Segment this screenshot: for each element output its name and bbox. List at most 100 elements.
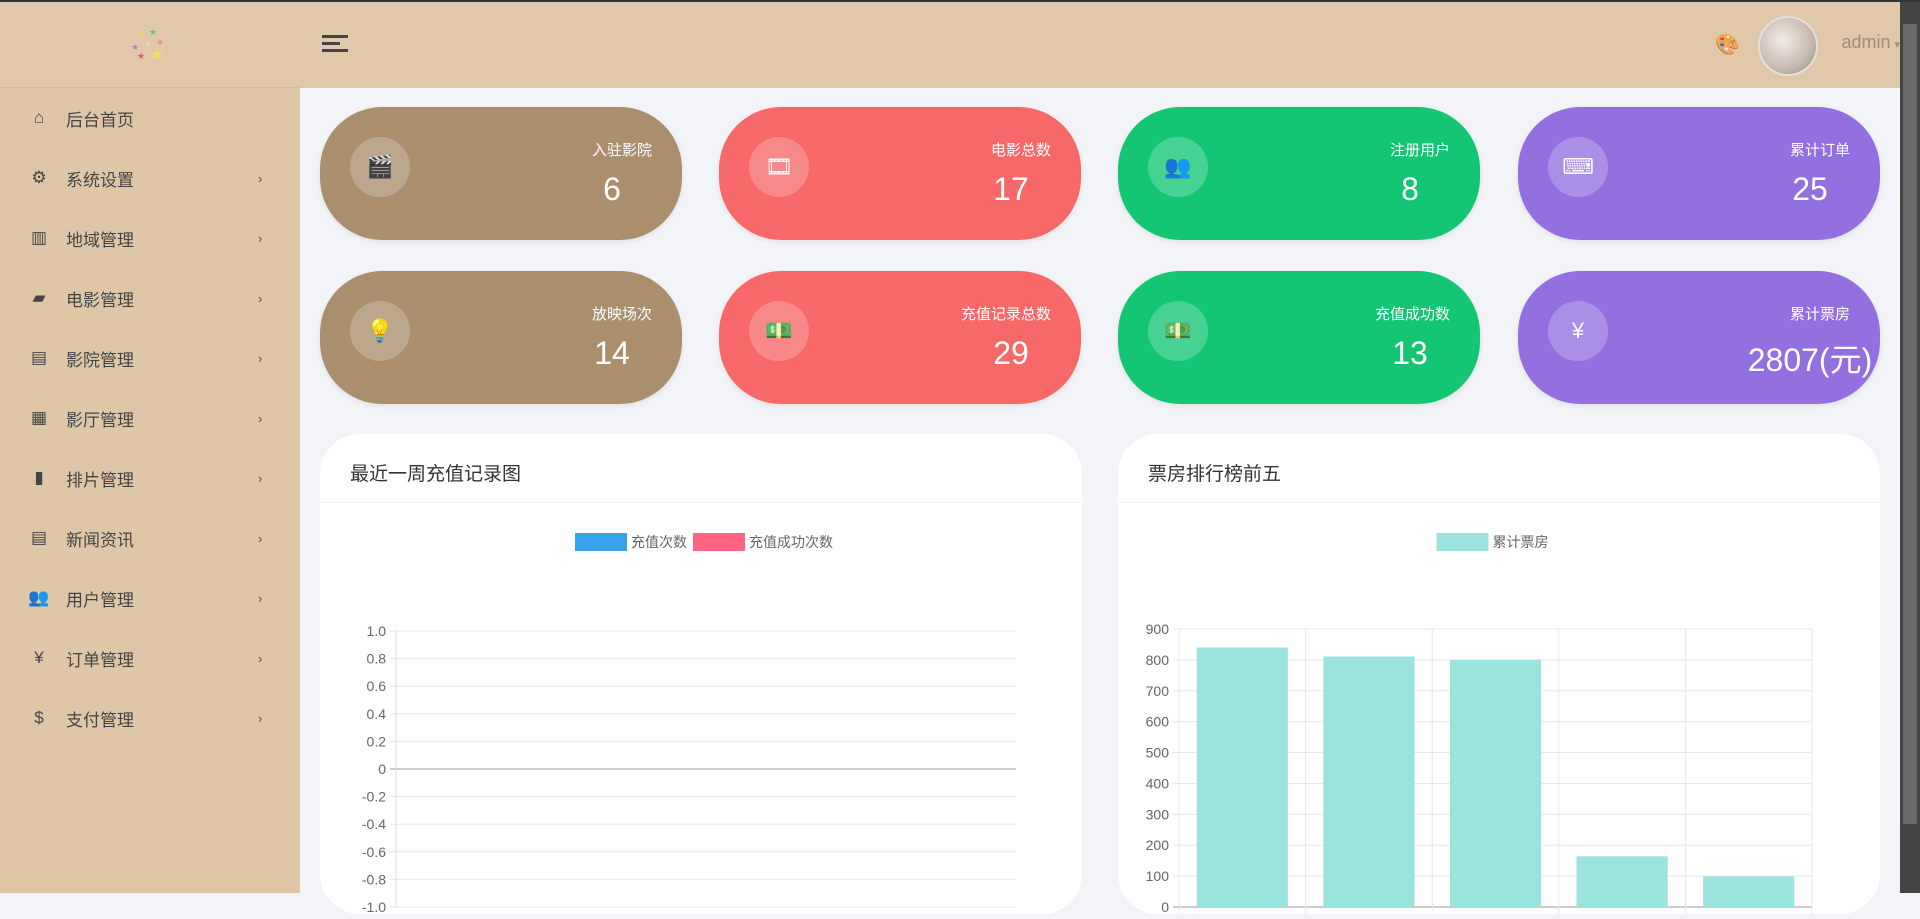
chevron-right-icon: › <box>258 530 263 546</box>
y-tick-label: 800 <box>1146 652 1170 668</box>
sidebar-item-label: 电影管理 <box>66 290 134 310</box>
sidebar-item[interactable]: ⚙ 系统设置 › <box>0 148 300 208</box>
stat-label: 注册用户 <box>1389 142 1450 159</box>
stat-label: 电影总数 <box>990 142 1051 159</box>
chevron-right-icon: › <box>258 410 263 426</box>
avatar[interactable] <box>1758 16 1818 76</box>
money-stack-icon: 💵 <box>749 301 809 361</box>
home-icon: ⌂ <box>33 108 45 127</box>
y-tick-label: 100 <box>1146 868 1170 884</box>
building-icon: ▦ <box>30 408 48 427</box>
stat-label: 累计票房 <box>1789 306 1850 323</box>
chevron-right-icon: › <box>258 470 263 486</box>
menu-toggle-icon[interactable] <box>322 35 348 53</box>
chevron-right-icon: › <box>258 290 263 306</box>
legend-swatch <box>1436 533 1489 551</box>
sidebar-item[interactable]: ⌂ 后台首页 <box>0 88 300 148</box>
dollar-icon: $ <box>34 708 44 727</box>
stat-label: 充值成功数 <box>1374 306 1450 323</box>
sidebar-item[interactable]: ▤ 新闻资讯 › <box>0 508 300 568</box>
stat-card[interactable]: ¥ 累计票房 2807(元) <box>1518 271 1880 404</box>
recharge-chart-panel: 最近一周充值记录图 充值次数 充值成功次数 1.0 0.8 0.6 0.4 0.2 0 -0.2… <box>320 434 1082 915</box>
sidebar-item-label: 系统设置 <box>66 170 134 190</box>
sidebar-item[interactable]: ▦ 影厅管理 › <box>0 388 300 448</box>
stat-value: 13 <box>1392 335 1428 371</box>
chevron-right-icon: › <box>258 710 263 726</box>
bar <box>1323 656 1415 907</box>
username: admin <box>1841 32 1891 52</box>
user-menu[interactable]: admin ▾ <box>1841 32 1900 53</box>
sidebar-item[interactable]: ▰ 电影管理 › <box>0 268 300 328</box>
svg-text:★: ★ <box>138 28 146 38</box>
bar <box>1576 856 1668 907</box>
svg-text:★: ★ <box>137 51 145 61</box>
legend-label: 充值成功次数 <box>749 534 833 550</box>
movie-icon: ▰ <box>32 288 46 307</box>
news-icon: ▤ <box>30 528 48 547</box>
y-tick-label: -0.8 <box>362 871 386 887</box>
sidebar-item-label: 排片管理 <box>66 470 134 490</box>
y-tick-label: -0.2 <box>362 789 386 805</box>
stars-logo-icon: ★ ★ ★ ★ ★★ ★ <box>131 27 164 64</box>
legend-label: 充值次数 <box>631 534 687 550</box>
stat-value: 8 <box>1401 171 1419 207</box>
sidebar-item[interactable]: 👥 用户管理 › <box>0 568 300 628</box>
y-tick-label: -0.4 <box>362 816 386 832</box>
palette-icon[interactable]: 🎨 <box>1715 32 1740 57</box>
map-icon: ▥ <box>30 228 48 247</box>
stat-value: 2807(元) <box>1747 342 1873 378</box>
sidebar-nav: ⌂ 后台首页 ⚙ 系统设置 › ▥ 地域管理 › ▰ 电影管理 › ▤ 影院管理 › ▦ 影厅管理 › ▮ 排片管理… <box>0 88 300 748</box>
scrollbar-thumb[interactable] <box>1903 24 1917 824</box>
sidebar-item[interactable]: ¥ 订单管理 › <box>0 628 300 688</box>
y-tick-label: 0.6 <box>367 678 387 694</box>
y-tick-label: 900 <box>1146 621 1170 637</box>
y-tick-label: -1.0 <box>362 899 386 914</box>
users-icon: 👥 <box>1148 137 1208 197</box>
stat-card[interactable]: ⌨ 累计订单 25 <box>1518 107 1880 240</box>
box-office-chart-panel: 票房排行榜前五 累计票房 900 800 700 600 500 400 300 200 100 0… <box>1118 434 1880 919</box>
legend-swatch <box>693 533 745 551</box>
stat-value: 14 <box>594 335 630 371</box>
gear-icon: ⚙ <box>31 168 47 187</box>
yen-icon: ¥ <box>1548 301 1608 361</box>
recharge-line-chart: 充值次数 充值成功次数 1.0 0.8 0.6 0.4 0.2 0 -0.2 -0.4 -0.6 -0… <box>362 533 1016 915</box>
y-tick-label: 0.8 <box>367 651 387 667</box>
y-tick-label: -0.6 <box>362 844 386 860</box>
sidebar-item[interactable]: ▤ 影院管理 › <box>0 328 300 388</box>
stat-card[interactable]: 👥 注册用户 8 <box>1118 107 1480 240</box>
stat-card[interactable]: 💵 充值成功数 13 <box>1118 271 1480 404</box>
bar <box>1196 647 1288 907</box>
y-tick-label: 200 <box>1146 837 1170 853</box>
logo[interactable]: ★ ★ ★ ★ ★ ★ ★ <box>0 2 300 88</box>
y-tick-label: 1.0 <box>367 623 387 639</box>
keyboard-icon: ⌨ <box>1548 137 1608 197</box>
legend-label: 累计票房 <box>1493 534 1549 550</box>
users-icon: 👥 <box>28 588 50 607</box>
svg-text:★: ★ <box>149 27 157 37</box>
legend-swatch <box>575 533 627 551</box>
panel-title: 票房排行榜前五 <box>1118 434 1880 503</box>
sidebar-item-label: 影院管理 <box>66 350 134 370</box>
stat-label: 累计订单 <box>1789 142 1850 159</box>
y-tick-label: 500 <box>1146 745 1170 761</box>
y-tick-label: 700 <box>1146 683 1170 699</box>
stat-value: 6 <box>603 171 621 207</box>
film-strip-icon: ▮ <box>34 468 44 487</box>
stat-card[interactable]: 💵 充值记录总数 29 <box>719 271 1081 404</box>
sidebar-item-label: 支付管理 <box>66 710 134 730</box>
top-header: 🎨 admin ▾ <box>300 2 1900 88</box>
stat-card[interactable]: 🎬 入驻影院 6 <box>320 107 682 240</box>
sidebar-item[interactable]: ▥ 地域管理 › <box>0 208 300 268</box>
panel-title: 最近一周充值记录图 <box>320 434 1082 503</box>
sidebar-item[interactable]: ▮ 排片管理 › <box>0 448 300 508</box>
stat-card[interactable]: 🎞 电影总数 17 <box>719 107 1081 240</box>
stat-card[interactable]: 💡 放映场次 14 <box>320 271 682 404</box>
chevron-right-icon: › <box>258 230 263 246</box>
yen-icon: ¥ <box>34 648 44 667</box>
y-tick-label: 300 <box>1146 806 1170 822</box>
y-tick-label: 0.4 <box>367 706 387 722</box>
sidebar-item[interactable]: $ 支付管理 › <box>0 688 300 748</box>
sidebar-item-label: 新闻资讯 <box>66 530 134 550</box>
sidebar-item-label: 影厅管理 <box>66 410 134 430</box>
scrollbar[interactable] <box>1900 2 1920 893</box>
